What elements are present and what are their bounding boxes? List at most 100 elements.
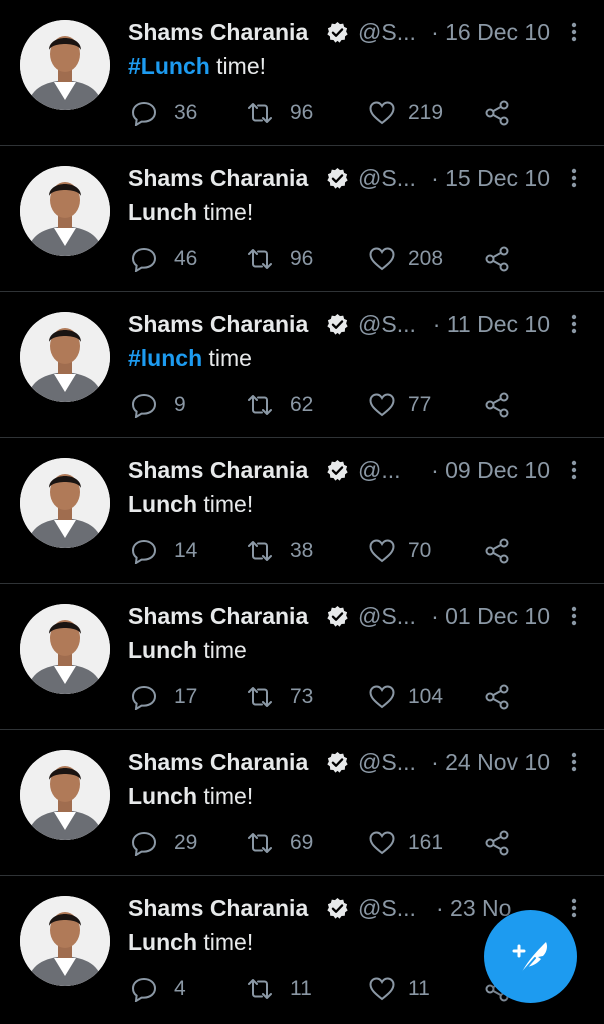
reply-button[interactable]: 46 (130, 244, 220, 274)
more-options-icon[interactable] (570, 898, 578, 918)
more-options-icon[interactable] (570, 460, 578, 480)
author-name[interactable]: Shams Charania (128, 892, 308, 924)
more-options-icon[interactable] (570, 314, 578, 334)
tweet-actions: 9 62 77 (128, 390, 528, 420)
author-handle[interactable]: @S... (358, 308, 416, 340)
share-button[interactable] (484, 536, 514, 566)
retweet-count: 73 (290, 685, 314, 708)
avatar[interactable] (20, 896, 110, 986)
like-count: 11 (408, 977, 430, 1000)
tweet-text-lead: Lunch (128, 491, 197, 517)
heart-icon (369, 539, 395, 563)
author-handle[interactable]: @S... (358, 600, 416, 632)
tweet-date[interactable]: · 11 Dec 10 (433, 308, 550, 340)
more-options-icon[interactable] (570, 752, 578, 772)
reply-button[interactable]: 4 (130, 974, 220, 1004)
verified-badge-icon (327, 167, 348, 189)
more-options-icon[interactable] (570, 168, 578, 188)
retweet-button[interactable]: 73 (246, 682, 346, 712)
like-count: 219 (408, 101, 444, 124)
retweet-button[interactable]: 62 (246, 390, 346, 420)
tweet[interactable]: Shams Charania @S... · 01 Dec 10 Lunch t… (0, 584, 604, 730)
reply-button[interactable]: 29 (130, 828, 220, 858)
avatar[interactable] (20, 604, 110, 694)
tweet[interactable]: Shams Charania @... · 09 Dec 10 Lunch ti… (0, 438, 604, 584)
retweet-icon (248, 395, 272, 415)
retweet-icon (248, 103, 272, 123)
like-button[interactable]: 104 (368, 682, 468, 712)
author-name[interactable]: Shams Charania (128, 162, 308, 194)
more-options-icon[interactable] (570, 606, 578, 626)
reply-button[interactable]: 9 (130, 390, 220, 420)
reply-button[interactable]: 17 (130, 682, 220, 712)
reply-icon (131, 101, 157, 126)
author-name[interactable]: Shams Charania (128, 16, 308, 48)
tweet[interactable]: Shams Charania @S... · 15 Dec 10 Lunch t… (0, 146, 604, 292)
compose-tweet-button[interactable] (484, 910, 577, 1003)
retweet-count: 62 (290, 393, 314, 416)
retweet-count: 69 (290, 831, 314, 854)
author-handle[interactable]: @S... (358, 16, 416, 48)
tweet-date[interactable]: · 01 Dec 10 (431, 600, 550, 632)
author-handle[interactable]: @S... (358, 892, 416, 924)
avatar[interactable] (20, 20, 110, 110)
hashtag-link[interactable]: #lunch (128, 345, 202, 371)
tweet-actions: 4 11 11 (128, 974, 528, 1004)
share-button[interactable] (484, 828, 514, 858)
author-handle[interactable]: @S... (358, 162, 416, 194)
tweet-date[interactable]: · 23 No (436, 892, 511, 924)
verified-badge-icon (327, 751, 348, 773)
more-options-icon[interactable] (570, 22, 578, 42)
retweet-count: 96 (290, 101, 314, 124)
tweet-header: Shams Charania @S... · 15 Dec 10 (128, 162, 588, 194)
hashtag-link[interactable]: #Lunch (128, 53, 210, 79)
retweet-button[interactable]: 96 (246, 244, 346, 274)
tweet-text-lead: Lunch (128, 783, 197, 809)
avatar[interactable] (20, 750, 110, 840)
tweet[interactable]: Shams Charania @S... · 24 Nov 10 Lunch t… (0, 730, 604, 876)
share-button[interactable] (484, 390, 514, 420)
author-handle[interactable]: @... (358, 454, 401, 486)
retweet-button[interactable]: 38 (246, 536, 346, 566)
tweet-text: Lunch time! (128, 780, 253, 812)
like-button[interactable]: 161 (368, 828, 468, 858)
retweet-button[interactable]: 69 (246, 828, 346, 858)
like-button[interactable]: 208 (368, 244, 468, 274)
tweet-text-rest: time! (197, 783, 254, 809)
avatar[interactable] (20, 166, 110, 256)
tweet[interactable]: Shams Charania @S... · 11 Dec 10 #lunch … (0, 292, 604, 438)
tweet-date[interactable]: · 24 Nov 10 (431, 746, 550, 778)
tweet-text: Lunch time! (128, 926, 253, 958)
author-name[interactable]: Shams Charania (128, 600, 308, 632)
verified-badge-icon (327, 21, 348, 43)
share-icon (485, 100, 509, 126)
avatar[interactable] (20, 312, 110, 402)
retweet-icon (248, 687, 272, 707)
share-button[interactable] (484, 244, 514, 274)
author-name[interactable]: Shams Charania (128, 746, 308, 778)
heart-icon (369, 831, 395, 855)
like-button[interactable]: 11 (368, 974, 468, 1004)
tweet-date[interactable]: · 15 Dec 10 (431, 162, 550, 194)
retweet-button[interactable]: 96 (246, 98, 346, 128)
tweet-text: Lunch time! (128, 196, 253, 228)
tweet-date[interactable]: · 16 Dec 10 (431, 16, 550, 48)
reply-count: 14 (174, 539, 198, 562)
author-name[interactable]: Shams Charania (128, 308, 308, 340)
verified-badge-icon (327, 605, 348, 627)
share-button[interactable] (484, 98, 514, 128)
author-handle[interactable]: @S... (358, 746, 416, 778)
like-button[interactable]: 77 (368, 390, 468, 420)
share-button[interactable] (484, 682, 514, 712)
like-button[interactable]: 219 (368, 98, 468, 128)
tweet-date[interactable]: · 09 Dec 10 (431, 454, 550, 486)
avatar[interactable] (20, 458, 110, 548)
like-button[interactable]: 70 (368, 536, 468, 566)
reply-button[interactable]: 14 (130, 536, 220, 566)
heart-icon (369, 101, 395, 125)
reply-button[interactable]: 36 (130, 98, 220, 128)
author-name[interactable]: Shams Charania (128, 454, 308, 486)
tweet[interactable]: Shams Charania @S... · 16 Dec 10 #Lunch … (0, 0, 604, 146)
reply-icon (131, 977, 157, 1002)
retweet-button[interactable]: 11 (246, 974, 346, 1004)
